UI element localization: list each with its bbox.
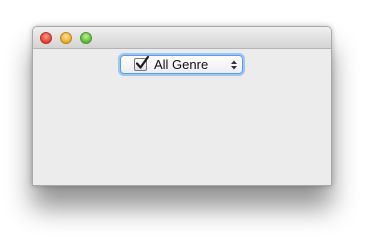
- checkmark-icon: [135, 55, 150, 69]
- close-button-icon[interactable]: [40, 32, 52, 44]
- minimize-button-icon[interactable]: [60, 32, 72, 44]
- genre-checkbox[interactable]: [134, 55, 150, 71]
- zoom-button-icon[interactable]: [80, 32, 92, 44]
- title-bar[interactable]: [33, 27, 331, 49]
- genre-popup-button[interactable]: All Genre: [120, 55, 243, 74]
- popup-selected-label: All Genre: [154, 57, 209, 72]
- app-window: All Genre: [32, 26, 332, 186]
- up-down-arrows-icon: [231, 60, 237, 70]
